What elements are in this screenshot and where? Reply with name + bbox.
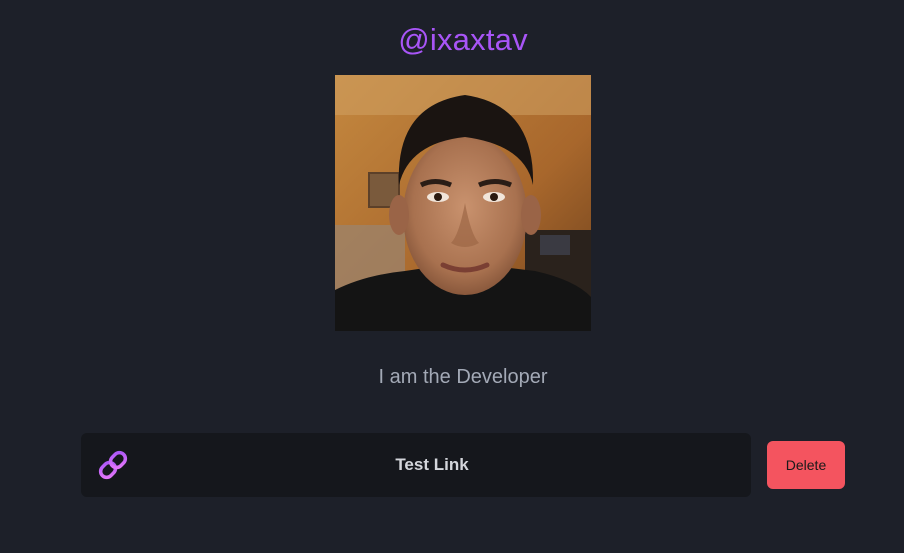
link-card[interactable]: Test Link bbox=[81, 433, 751, 497]
profile-bio: I am the Developer bbox=[378, 366, 548, 388]
profile-page: @ixaxtav I am the Developer Test Link De… bbox=[0, 0, 904, 553]
profile-avatar bbox=[335, 75, 591, 331]
profile-username: @ixaxtav bbox=[398, 22, 528, 57]
link-title: Test Link bbox=[395, 455, 469, 474]
delete-link-button[interactable]: Delete bbox=[767, 441, 845, 489]
